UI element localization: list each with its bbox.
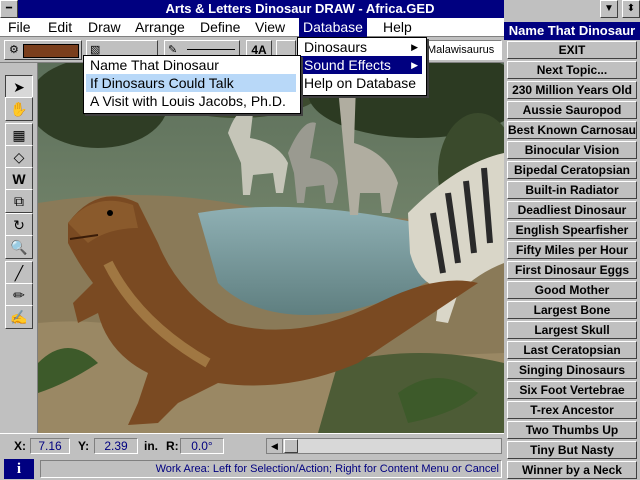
panel-button[interactable]: English Spearfisher bbox=[507, 221, 637, 239]
panel-button[interactable]: First Dinosaur Eggs bbox=[507, 261, 637, 279]
line-tool-icon[interactable]: ╱ bbox=[5, 261, 33, 285]
tool-palette: ➤ ✋ ▦ ◇ W ⧉ ↻ 🔍 ╱ ✏ ✍ bbox=[0, 63, 38, 433]
panel-button[interactable]: T-rex Ancestor bbox=[507, 401, 637, 419]
rotate-icon[interactable]: ↻ bbox=[5, 213, 33, 237]
scroll-arrows-icon[interactable]: ⬍ bbox=[622, 0, 640, 18]
transform-icon[interactable]: ⧉ bbox=[5, 189, 33, 213]
info-icon[interactable]: i bbox=[4, 459, 34, 479]
panel-button[interactable]: Two Thumbs Up bbox=[507, 421, 637, 439]
scroll-thumb[interactable] bbox=[284, 439, 298, 453]
y-label: Y: bbox=[78, 439, 90, 453]
fill-color-button[interactable]: ⚙ bbox=[4, 40, 82, 60]
zoom-icon[interactable]: 🔍 bbox=[5, 235, 33, 259]
menu-item-if-dinosaurs-could-talk[interactable]: If Dinosaurs Could Talk bbox=[86, 74, 296, 92]
panel-button[interactable]: Next Topic... bbox=[507, 61, 637, 79]
menu-bar: File Edit Draw Arrange Define View Datab… bbox=[0, 18, 504, 37]
panel-button[interactable]: Singing Dinosaurs bbox=[507, 361, 637, 379]
panel-button[interactable]: Built-in Radiator bbox=[507, 181, 637, 199]
line-sample bbox=[187, 49, 235, 50]
menu-item-sound-effects[interactable]: Sound Effects ▶ bbox=[300, 56, 422, 74]
panel-button[interactable]: Good Mother bbox=[507, 281, 637, 299]
y-value[interactable]: 2.39 bbox=[94, 438, 138, 454]
freehand-icon[interactable]: ✍ bbox=[5, 305, 33, 329]
panel-button[interactable]: Tiny But Nasty bbox=[507, 441, 637, 459]
panel-button[interactable]: Last Ceratopsian bbox=[507, 341, 637, 359]
dinosaur-artwork bbox=[38, 63, 504, 433]
panel-button[interactable]: EXIT bbox=[507, 41, 637, 59]
status-bar: i Work Area: Left for Selection/Action; … bbox=[0, 457, 504, 480]
panel-button[interactable]: Bipedal Ceratopsian bbox=[507, 161, 637, 179]
panel-title: Name That Dinosaur bbox=[504, 22, 640, 40]
r-label: R: bbox=[166, 439, 179, 453]
gear-icon: ⚙ bbox=[9, 44, 19, 56]
panel-button[interactable]: Largest Skull bbox=[507, 321, 637, 339]
menu-item-name-that-dinosaur[interactable]: Name That Dinosaur bbox=[86, 56, 296, 74]
menu-help[interactable]: Help bbox=[379, 18, 416, 37]
menu-database[interactable]: Database bbox=[299, 18, 367, 37]
coordinate-bar: X: 7.16 Y: 2.39 in. R: 0.0° ◀ bbox=[0, 433, 504, 457]
minimize-icon[interactable]: ▼ bbox=[600, 0, 618, 18]
status-text: Work Area: Left for Selection/Action; Ri… bbox=[40, 460, 502, 478]
panel-button[interactable]: Fifty Miles per Hour bbox=[507, 241, 637, 259]
menu-edit[interactable]: Edit bbox=[44, 18, 76, 37]
menu-item-label: Sound Effects bbox=[304, 57, 391, 73]
panel-button[interactable]: Best Known Carnosaur bbox=[507, 121, 637, 139]
fill-swatch bbox=[23, 44, 79, 58]
panel-button[interactable]: Binocular Vision bbox=[507, 141, 637, 159]
object-name-field[interactable]: Malawisaurus bbox=[424, 40, 502, 60]
panel-button[interactable]: 230 Million Years Old bbox=[507, 81, 637, 99]
pencil-icon[interactable]: ✏ bbox=[5, 283, 33, 307]
panel-button[interactable]: Six Foot Vertebrae bbox=[507, 381, 637, 399]
menu-item-dinosaurs[interactable]: Dinosaurs ▶ bbox=[300, 38, 422, 56]
x-value[interactable]: 7.16 bbox=[30, 438, 70, 454]
sound-effects-submenu: Name That Dinosaur If Dinosaurs Could Ta… bbox=[83, 55, 301, 114]
menu-arrange[interactable]: Arrange bbox=[131, 18, 189, 37]
submenu-arrow-icon: ▶ bbox=[411, 60, 418, 70]
menu-item-visit-louis-jacobs[interactable]: A Visit with Louis Jacobs, Ph.D. bbox=[86, 92, 296, 110]
horizontal-scrollbar[interactable]: ◀ bbox=[266, 438, 502, 454]
menu-define[interactable]: Define bbox=[196, 18, 244, 37]
submenu-arrow-icon: ▶ bbox=[411, 42, 418, 52]
panel-button[interactable]: Winner by a Neck bbox=[507, 461, 637, 479]
menu-item-help-on-database[interactable]: Help on Database bbox=[300, 74, 422, 92]
rotation-value[interactable]: 0.0° bbox=[180, 438, 224, 454]
menu-view[interactable]: View bbox=[251, 18, 289, 37]
scroll-left-icon[interactable]: ◀ bbox=[267, 439, 283, 453]
selection-arrow-icon[interactable]: ➤ bbox=[5, 75, 33, 99]
unit-label: in. bbox=[144, 439, 158, 453]
menu-item-label: Dinosaurs bbox=[304, 39, 368, 55]
work-area-canvas[interactable] bbox=[38, 63, 504, 433]
menu-item-label: Help on Database bbox=[304, 75, 417, 91]
symbols-icon[interactable]: ▦ bbox=[5, 123, 33, 147]
menu-draw[interactable]: Draw bbox=[84, 18, 125, 37]
text-tool-icon[interactable]: W bbox=[5, 167, 33, 191]
menu-file[interactable]: File bbox=[4, 18, 35, 37]
panel-button[interactable]: Aussie Sauropod bbox=[507, 101, 637, 119]
panel-button[interactable]: Deadliest Dinosaur bbox=[507, 201, 637, 219]
database-menu: Dinosaurs ▶ Sound Effects ▶ Help on Data… bbox=[297, 37, 427, 96]
shapes-icon[interactable]: ◇ bbox=[5, 145, 33, 169]
x-label: X: bbox=[14, 439, 26, 453]
panel-button[interactable]: Largest Bone bbox=[507, 301, 637, 319]
hand-icon[interactable]: ✋ bbox=[5, 97, 33, 121]
